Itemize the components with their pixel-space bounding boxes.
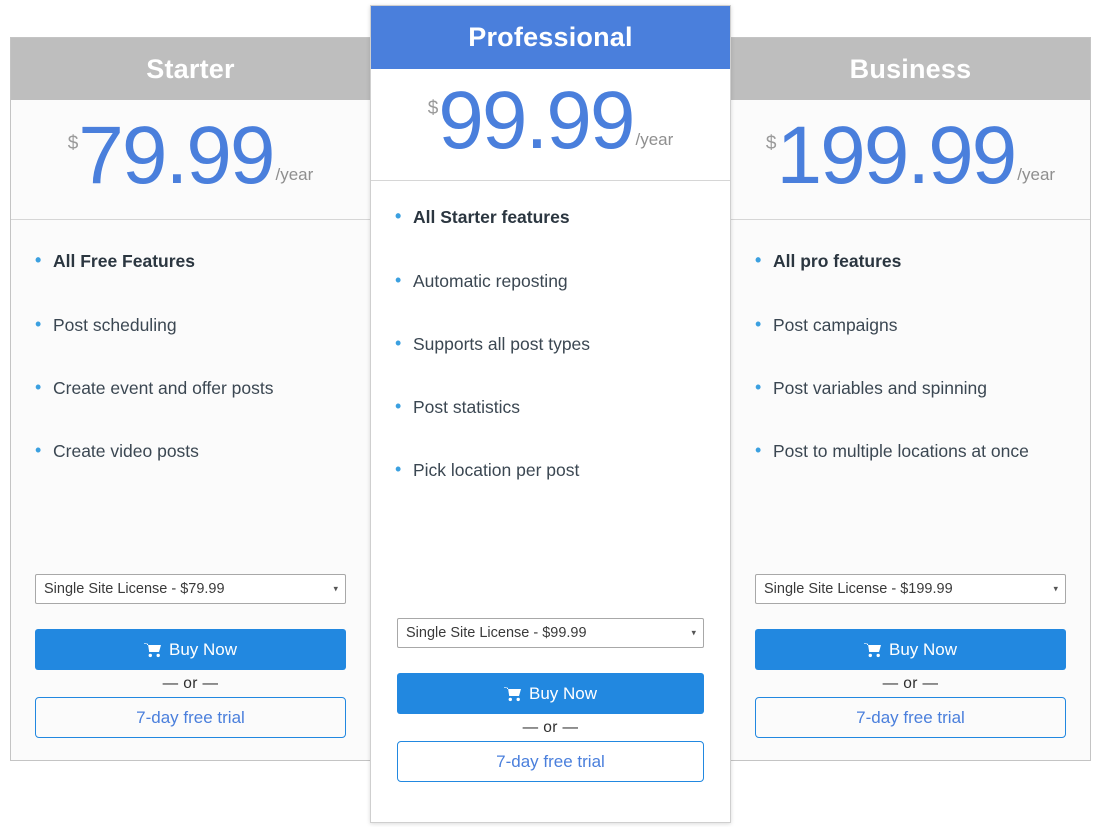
pricing-card-professional: Professional $ 99.99 /year All Starter f… bbox=[370, 5, 731, 823]
price-amount: 79.99 bbox=[78, 110, 275, 201]
free-trial-label: 7-day free trial bbox=[496, 751, 605, 771]
shopping-cart-icon bbox=[503, 686, 522, 702]
buy-now-label: Buy Now bbox=[528, 683, 598, 703]
plan-title-business: Business bbox=[731, 38, 1090, 100]
free-trial-label: 7-day free trial bbox=[856, 707, 965, 727]
feature-list-starter: All Free Features Post scheduling Create… bbox=[11, 220, 370, 462]
list-item: Pick location per post bbox=[395, 458, 708, 482]
plan-title-starter: Starter bbox=[11, 38, 370, 100]
license-select-starter[interactable]: Single Site License - $79.99 ▾ bbox=[35, 574, 346, 604]
list-item: All pro features bbox=[755, 249, 1068, 273]
shopping-cart-icon bbox=[143, 642, 162, 658]
or-separator: — or — bbox=[882, 675, 939, 692]
list-item: Post statistics bbox=[395, 395, 708, 419]
plan-actions-business: Single Site License - $199.99 ▾ Buy Now … bbox=[731, 574, 1090, 760]
feature-list-professional: All Starter features Automatic reposting… bbox=[371, 181, 730, 481]
plan-price-starter: $ 79.99 /year bbox=[11, 100, 370, 221]
buy-now-button-starter[interactable]: Buy Now bbox=[35, 629, 346, 670]
list-item: Post variables and spinning bbox=[755, 376, 1068, 400]
license-select-value: Single Site License - $199.99 bbox=[764, 581, 953, 597]
plan-price-professional: $ 99.99 /year bbox=[371, 69, 730, 182]
pricing-card-business: Business $ 199.99 /year All pro features… bbox=[730, 37, 1091, 761]
list-item: Create video posts bbox=[35, 439, 348, 463]
currency-symbol: $ bbox=[765, 133, 777, 154]
buy-now-button-professional[interactable]: Buy Now bbox=[397, 673, 704, 714]
chevron-down-icon: ▾ bbox=[333, 583, 338, 594]
free-trial-button-professional[interactable]: 7-day free trial bbox=[397, 741, 704, 782]
license-select-value: Single Site License - $99.99 bbox=[406, 625, 587, 641]
pricing-table: Starter $ 79.99 /year All Free Features … bbox=[0, 0, 1102, 827]
list-item: Automatic reposting bbox=[395, 269, 708, 293]
buy-now-label: Buy Now bbox=[888, 639, 958, 659]
plan-actions-professional: Single Site License - $99.99 ▾ Buy Now —… bbox=[371, 618, 730, 822]
license-select-business[interactable]: Single Site License - $199.99 ▾ bbox=[755, 574, 1066, 604]
license-select-value: Single Site License - $79.99 bbox=[44, 581, 225, 597]
price-amount: 199.99 bbox=[776, 110, 1017, 201]
free-trial-label: 7-day free trial bbox=[136, 707, 245, 727]
price-period: /year bbox=[1017, 165, 1056, 185]
plan-price-business: $ 199.99 /year bbox=[731, 100, 1090, 221]
pricing-card-starter: Starter $ 79.99 /year All Free Features … bbox=[10, 37, 371, 761]
list-item: Post to multiple locations at once bbox=[755, 439, 1068, 463]
free-trial-button-business[interactable]: 7-day free trial bbox=[755, 697, 1066, 738]
license-select-professional[interactable]: Single Site License - $99.99 ▾ bbox=[397, 618, 704, 648]
chevron-down-icon: ▾ bbox=[691, 627, 696, 638]
list-item: Post scheduling bbox=[35, 313, 348, 337]
chevron-down-icon: ▾ bbox=[1053, 583, 1058, 594]
buy-now-label: Buy Now bbox=[168, 639, 238, 659]
or-separator: — or — bbox=[162, 675, 219, 692]
shopping-cart-icon bbox=[863, 642, 882, 658]
buy-now-button-business[interactable]: Buy Now bbox=[755, 629, 1066, 670]
feature-list-business: All pro features Post campaigns Post var… bbox=[731, 220, 1090, 462]
price-period: /year bbox=[635, 130, 674, 150]
list-item: Post campaigns bbox=[755, 313, 1068, 337]
free-trial-button-starter[interactable]: 7-day free trial bbox=[35, 697, 346, 738]
price-amount: 99.99 bbox=[438, 75, 635, 166]
or-separator: — or — bbox=[522, 719, 579, 736]
list-item: All Starter features bbox=[395, 205, 708, 229]
plan-title-professional: Professional bbox=[371, 6, 730, 69]
list-item: Supports all post types bbox=[395, 332, 708, 356]
currency-symbol: $ bbox=[427, 98, 439, 119]
price-period: /year bbox=[275, 165, 314, 185]
currency-symbol: $ bbox=[67, 133, 79, 154]
plan-actions-starter: Single Site License - $79.99 ▾ Buy Now —… bbox=[11, 574, 370, 760]
list-item: All Free Features bbox=[35, 249, 348, 273]
list-item: Create event and offer posts bbox=[35, 376, 348, 400]
